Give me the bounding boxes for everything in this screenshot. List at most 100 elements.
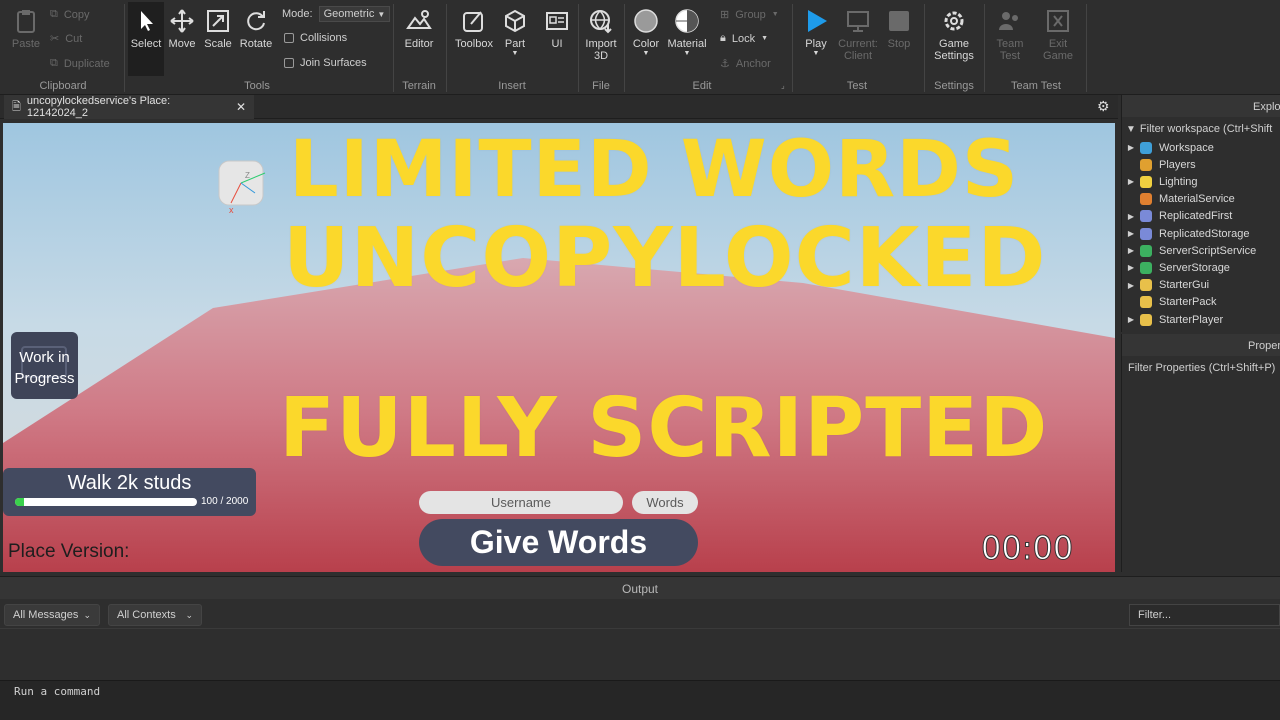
rotate-tool-button[interactable]: Rotate: [238, 8, 274, 50]
explorer-panel: Explo ▼ Filter workspace (Ctrl+Shift ▶ Wo…: [1121, 95, 1280, 332]
scale-tool-button[interactable]: Scale: [202, 8, 234, 50]
messages-filter-dropdown[interactable]: All Messages ⌄: [4, 604, 100, 626]
expand-icon[interactable]: ⌟: [781, 81, 785, 90]
expand-arrow-icon[interactable]: ▶: [1122, 246, 1140, 255]
expand-arrow-icon[interactable]: ▶: [1122, 229, 1140, 238]
gear-icon[interactable]: ⚙: [1097, 98, 1110, 115]
divider: [578, 4, 579, 92]
place-tab[interactable]: 🗎︎ uncopylockedservice's Place: 12142024…: [4, 95, 254, 119]
startergui-icon: [1140, 279, 1152, 292]
quest-title: Walk 2k studs: [67, 472, 192, 494]
current-client-button[interactable]: Current: Client: [836, 8, 880, 62]
game-settings-button[interactable]: Game Settings: [930, 8, 978, 62]
cut-button[interactable]: ✂ Cut: [50, 32, 82, 46]
lock-button[interactable]: 🔒︎ Lock ▼: [720, 32, 768, 45]
anchor-button[interactable]: ⚓︎ Anchor: [720, 57, 771, 71]
ui-button[interactable]: UI: [542, 8, 572, 50]
view-cube-gizmo[interactable]: Z x: [215, 159, 271, 215]
mode-dropdown[interactable]: Geometric ▼: [318, 6, 391, 22]
document-icon: 🗎︎: [12, 100, 21, 113]
explorer-item-serverstorage[interactable]: ▶ ServerStorage: [1122, 259, 1280, 276]
play-button[interactable]: Play ▼: [798, 8, 834, 57]
terrain-editor-button[interactable]: Editor: [400, 8, 438, 50]
starterplayer-icon: [1140, 313, 1152, 326]
copy-button[interactable]: ⧉ Copy: [50, 8, 90, 21]
words-input[interactable]: Words: [632, 491, 698, 514]
command-bar[interactable]: Run a command: [0, 680, 1280, 720]
color-button[interactable]: Color ▼: [628, 8, 664, 57]
game-viewport[interactable]: Z x LIMITED WORDS UNCOPYLOCKED FULLY SCR…: [3, 123, 1115, 572]
collisions-toggle[interactable]: Collisions: [284, 32, 347, 44]
paste-button[interactable]: Paste: [8, 8, 44, 50]
divider: [624, 4, 625, 92]
part-button[interactable]: Part ▼: [500, 8, 530, 57]
move-tool-button[interactable]: Move: [166, 8, 198, 50]
group-button[interactable]: ⊞ Group ▼: [720, 8, 779, 22]
explorer-item-label: Lighting: [1159, 175, 1198, 188]
anchor-icon: ⚓︎: [720, 58, 730, 70]
chevron-down-icon: ⌄: [185, 609, 193, 620]
divider: [124, 4, 125, 92]
stop-button[interactable]: Stop: [884, 8, 914, 50]
cut-icon: ✂: [50, 33, 60, 45]
explorer-item-lighting[interactable]: ▶ Lighting: [1122, 173, 1280, 190]
chevron-down-icon: ▼: [642, 50, 650, 57]
expand-arrow-icon[interactable]: ▶: [1122, 177, 1140, 186]
properties-panel: Proper Filter Properties (Ctrl+Shift+P): [1121, 334, 1280, 572]
chevron-down-icon: ▼: [812, 50, 820, 57]
properties-filter-input[interactable]: Filter Properties (Ctrl+Shift+P): [1122, 358, 1280, 378]
expand-arrow-icon[interactable]: ▶: [1122, 143, 1140, 152]
explorer-item-workspace[interactable]: ▶ Workspace: [1122, 139, 1280, 156]
give-words-button[interactable]: Give Words: [419, 519, 698, 566]
scale-icon: [207, 10, 229, 32]
quest-panel: Walk 2k studs 100 / 2000: [3, 468, 256, 516]
output-filter-input[interactable]: Filter...: [1129, 604, 1280, 626]
command-input[interactable]: Run a command: [14, 685, 100, 698]
explorer-item-players[interactable]: Players: [1122, 156, 1280, 173]
explorer-item-label: Players: [1159, 158, 1196, 171]
quest-progress-bar: [15, 498, 197, 506]
chevron-down-icon: ▼: [377, 10, 386, 19]
checkbox[interactable]: [284, 33, 294, 43]
explorer-item-startergui[interactable]: ▶ StarterGui: [1122, 277, 1280, 294]
file-group-label: File: [592, 80, 610, 92]
edit-group-label: Edit: [692, 80, 712, 92]
close-icon[interactable]: ✕: [236, 100, 246, 114]
divider: [792, 4, 793, 92]
contexts-filter-dropdown[interactable]: All Contexts ⌄: [108, 604, 202, 626]
move-arrows-icon: [170, 9, 194, 33]
explorer-item-replicatedstorage[interactable]: ▶ ReplicatedStorage: [1122, 225, 1280, 242]
explorer-item-materialservice[interactable]: MaterialService: [1122, 191, 1280, 208]
explorer-item-label: MaterialService: [1159, 193, 1235, 206]
explorer-item-label: StarterPack: [1159, 296, 1217, 309]
explorer-item-serverscriptservice[interactable]: ▶ ServerScriptService: [1122, 242, 1280, 259]
checkbox[interactable]: [284, 58, 294, 68]
work-in-progress-badge: Work in Progress: [11, 332, 78, 399]
properties-title: Proper: [1122, 334, 1280, 356]
explorer-filter-input[interactable]: ▼ Filter workspace (Ctrl+Shift: [1122, 119, 1280, 139]
material-button[interactable]: Material ▼: [666, 8, 708, 57]
username-input[interactable]: Username: [419, 491, 623, 514]
chevron-down-icon: ⌄: [83, 609, 91, 620]
join-surfaces-toggle[interactable]: Join Surfaces: [284, 57, 367, 69]
divider: [1086, 4, 1087, 92]
exit-game-button[interactable]: Exit Game: [1038, 8, 1078, 62]
expand-arrow-icon[interactable]: ▶: [1122, 315, 1140, 324]
chevron-down-icon: ▼: [761, 35, 769, 42]
explorer-item-replicatedfirst[interactable]: ▶ ReplicatedFirst: [1122, 208, 1280, 225]
output-panel: Output All Messages ⌄ All Contexts ⌄ Filte…: [0, 576, 1280, 680]
expand-arrow-icon[interactable]: ▶: [1122, 263, 1140, 272]
duplicate-button[interactable]: ⧉ Duplicate: [50, 57, 110, 70]
monitor-icon: [847, 11, 869, 32]
expand-arrow-icon[interactable]: ▶: [1122, 281, 1140, 290]
explorer-item-starterpack[interactable]: StarterPack: [1122, 294, 1280, 311]
expand-arrow-icon[interactable]: ▶: [1122, 212, 1140, 221]
team-test-button[interactable]: Team Test: [990, 8, 1030, 62]
toolbox-button[interactable]: Toolbox: [454, 8, 494, 50]
import-3d-button[interactable]: Import 3D: [582, 8, 620, 62]
select-tool-button[interactable]: Select: [128, 2, 164, 76]
mode-selector[interactable]: Mode: Geometric ▼: [282, 6, 391, 22]
settings-group-label: Settings: [934, 80, 974, 92]
explorer-item-starterplayer[interactable]: ▶ StarterPlayer: [1122, 311, 1280, 328]
rotate-icon: [247, 11, 265, 31]
